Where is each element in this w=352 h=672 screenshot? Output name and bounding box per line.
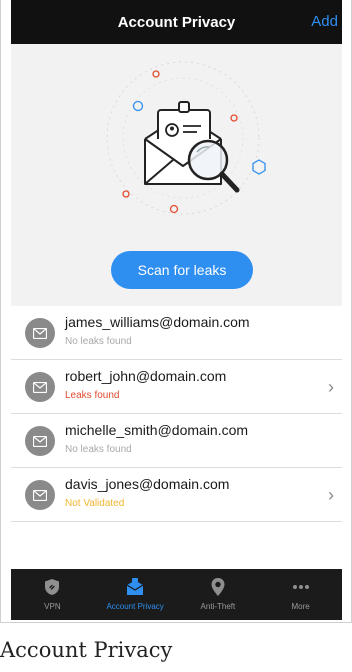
tab-anti-theft[interactable]: Anti-Theft — [177, 569, 260, 620]
envelope-icon — [25, 426, 55, 456]
scan-for-leaks-button[interactable]: Scan for leaks — [111, 251, 253, 289]
more-dots-icon — [292, 576, 310, 598]
account-privacy-icon — [125, 576, 145, 598]
chevron-right-icon[interactable]: › — [328, 486, 334, 504]
account-email: robert_john@domain.com — [65, 368, 227, 384]
tab-label: VPN — [44, 602, 61, 611]
account-email: james_williams@domain.com — [65, 314, 250, 330]
tab-more[interactable]: More — [259, 569, 342, 620]
tab-vpn[interactable]: VPN — [11, 569, 94, 620]
account-email: davis_jones@domain.com — [65, 476, 230, 492]
chevron-right-icon[interactable]: › — [328, 378, 334, 396]
caption-divider — [0, 622, 352, 623]
envelope-icon — [25, 318, 55, 348]
account-row: james_williams@domain.com No leaks found — [11, 306, 342, 360]
envelope-icon — [25, 480, 55, 510]
location-pin-icon — [210, 576, 226, 598]
phone-screen: Account Privacy Add Scan for leaks james… — [0, 0, 352, 622]
account-row: michelle_smith@domain.com No leaks found — [11, 414, 342, 468]
add-button[interactable]: Add — [311, 0, 338, 44]
hero-section: Scan for leaks — [11, 44, 342, 306]
tab-label: Anti-Theft — [200, 602, 236, 611]
account-status: No leaks found — [65, 336, 132, 347]
page-title: Account Privacy — [117, 13, 236, 31]
account-status: No leaks found — [65, 444, 132, 455]
screen-caption: Account Privacy — [0, 638, 173, 662]
tab-label: Account Privacy — [106, 602, 164, 611]
navigation-bar: Account Privacy Add — [11, 0, 342, 44]
tab-bar: VPN Account Privacy Anti-Theft More — [11, 569, 342, 620]
account-email: michelle_smith@domain.com — [65, 422, 249, 438]
account-row[interactable]: robert_john@domain.com Leaks found › — [11, 360, 342, 414]
email-scan-illustration — [106, 61, 266, 215]
tab-label: More — [291, 602, 310, 611]
account-status: Not Validated — [65, 498, 125, 509]
account-status: Leaks found — [65, 390, 120, 401]
tab-account-privacy[interactable]: Account Privacy — [94, 569, 177, 620]
envelope-icon — [25, 372, 55, 402]
account-list: james_williams@domain.com No leaks found… — [11, 306, 342, 522]
account-row[interactable]: davis_jones@domain.com Not Validated › — [11, 468, 342, 522]
shield-icon — [44, 576, 60, 598]
